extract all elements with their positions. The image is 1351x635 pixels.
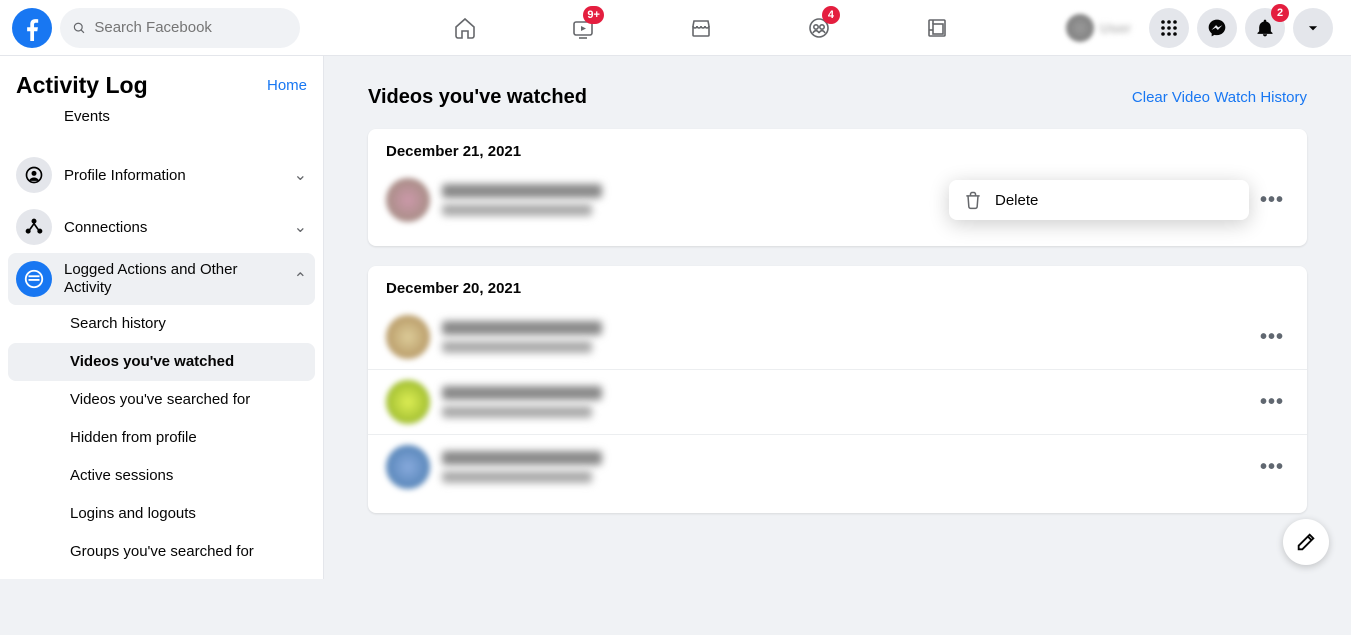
sidebar-sub-videos-searched[interactable]: Videos you've searched for <box>8 381 315 419</box>
sidebar-sub-label: Videos you've watched <box>70 353 234 370</box>
nav-marketplace[interactable] <box>646 0 756 56</box>
row-actions-button[interactable]: ••• <box>1255 183 1289 217</box>
facebook-logo[interactable] <box>12 8 52 48</box>
notifications-button[interactable]: 2 <box>1245 8 1285 48</box>
page-title: Videos you've watched <box>368 86 587 109</box>
connections-icon <box>16 209 52 245</box>
sidebar-item-label: Logged Actions and Other Activity <box>64 261 294 297</box>
chevron-up-icon: ⌃ <box>294 269 307 289</box>
chevron-down-icon: ⌄ <box>294 165 307 185</box>
nav-groups[interactable]: 4 <box>764 0 874 56</box>
grid-icon <box>1160 19 1178 37</box>
row-meta-blurred <box>442 204 592 216</box>
sidebar-item-profile-info[interactable]: Profile Information ⌄ <box>8 149 315 201</box>
group-date: December 20, 2021 <box>368 280 1307 305</box>
trash-icon <box>963 190 983 210</box>
row-meta-blurred <box>442 406 592 418</box>
edit-icon <box>1295 531 1317 553</box>
compose-button[interactable] <box>1283 519 1329 565</box>
row-title-blurred <box>442 451 602 465</box>
history-row: ••• <box>368 434 1307 499</box>
sidebar: Activity Log Home Events Profile Informa… <box>0 56 324 579</box>
row-meta-blurred <box>442 341 592 353</box>
row-avatar <box>386 380 430 424</box>
profile-avatar <box>1066 14 1094 42</box>
search-icon <box>72 20 86 36</box>
row-actions-button[interactable]: ••• <box>1255 320 1289 354</box>
history-group: December 21, 2021 Delete ••• <box>368 129 1307 246</box>
row-text <box>442 321 1255 353</box>
nav-gaming[interactable] <box>882 0 992 56</box>
sidebar-sub-label: Search history <box>70 315 166 332</box>
history-row: ••• <box>368 369 1307 434</box>
nav-watch[interactable]: 9+ <box>528 0 638 56</box>
top-nav: 9+ 4 User 2 <box>0 0 1351 56</box>
sidebar-sub-logins-logouts[interactable]: Logins and logouts <box>8 495 315 533</box>
store-icon <box>689 16 713 40</box>
sidebar-header: Activity Log Home <box>0 56 323 109</box>
main-content: Videos you've watched Clear Video Watch … <box>324 56 1351 563</box>
sidebar-sub-search-history[interactable]: Search history <box>8 305 315 343</box>
sidebar-sub-recognized-devices[interactable]: Recognized devices <box>8 571 315 579</box>
profile-name: User <box>1100 20 1131 36</box>
nav-home[interactable] <box>410 0 520 56</box>
caret-down-icon <box>1306 21 1320 35</box>
messenger-button[interactable] <box>1197 8 1237 48</box>
search-input[interactable] <box>94 19 288 36</box>
messenger-icon <box>1207 18 1227 38</box>
history-row: Delete ••• <box>368 168 1307 232</box>
history-group: December 20, 2021 ••• ••• ••• <box>368 266 1307 513</box>
row-title-blurred <box>442 321 602 335</box>
bell-icon <box>1255 18 1275 38</box>
sidebar-item-logged-actions[interactable]: Logged Actions and Other Activity ⌃ <box>8 253 315 305</box>
profile-chip[interactable]: User <box>1062 10 1141 46</box>
activity-icon <box>16 261 52 297</box>
row-actions-button[interactable]: ••• <box>1255 385 1289 419</box>
row-actions-button[interactable]: ••• <box>1255 450 1289 484</box>
profile-icon <box>16 157 52 193</box>
sidebar-sub-groups-searched[interactable]: Groups you've searched for <box>8 533 315 571</box>
sidebar-title: Activity Log <box>16 72 148 99</box>
row-avatar <box>386 315 430 359</box>
row-avatar <box>386 445 430 489</box>
search-wrap[interactable] <box>60 8 300 48</box>
history-row: ••• <box>368 305 1307 369</box>
facebook-f-icon <box>19 15 45 41</box>
sidebar-item-label: Connections <box>64 219 294 236</box>
sidebar-sub-label: Active sessions <box>70 467 173 484</box>
sidebar-sub-label: Logins and logouts <box>70 505 196 522</box>
right-nav: User 2 <box>1062 8 1351 48</box>
clear-history-link[interactable]: Clear Video Watch History <box>1132 89 1307 106</box>
row-text <box>442 451 1255 483</box>
watch-badge: 9+ <box>583 6 604 24</box>
sidebar-sub-videos-watched[interactable]: Videos you've watched <box>8 343 315 381</box>
row-avatar <box>386 178 430 222</box>
sidebar-sub-label: Videos you've searched for <box>70 391 250 408</box>
chevron-down-icon: ⌄ <box>294 217 307 237</box>
sidebar-item-connections[interactable]: Connections ⌄ <box>8 201 315 253</box>
row-meta-blurred <box>442 471 592 483</box>
home-icon <box>453 16 477 40</box>
account-dropdown-button[interactable] <box>1293 8 1333 48</box>
sidebar-item-events[interactable]: Events <box>8 105 315 149</box>
row-title-blurred <box>442 184 602 198</box>
sidebar-item-label: Events <box>64 108 307 125</box>
action-popup[interactable]: Delete <box>949 180 1249 220</box>
page-header: Videos you've watched Clear Video Watch … <box>368 86 1307 109</box>
row-title-blurred <box>442 386 602 400</box>
notifications-badge: 2 <box>1271 4 1289 22</box>
sidebar-sub-label: Groups you've searched for <box>70 543 254 560</box>
menu-button[interactable] <box>1149 8 1189 48</box>
home-link[interactable]: Home <box>267 77 307 94</box>
sidebar-sub-label: Hidden from profile <box>70 429 197 446</box>
sidebar-sub-hidden[interactable]: Hidden from profile <box>8 419 315 457</box>
gaming-icon <box>925 16 949 40</box>
groups-badge: 4 <box>822 6 840 24</box>
center-nav: 9+ 4 <box>340 0 1062 56</box>
row-text <box>442 386 1255 418</box>
group-date: December 21, 2021 <box>368 143 1307 168</box>
popup-label: Delete <box>995 192 1038 209</box>
sidebar-item-label: Profile Information <box>64 167 294 184</box>
sidebar-sub-active-sessions[interactable]: Active sessions <box>8 457 315 495</box>
